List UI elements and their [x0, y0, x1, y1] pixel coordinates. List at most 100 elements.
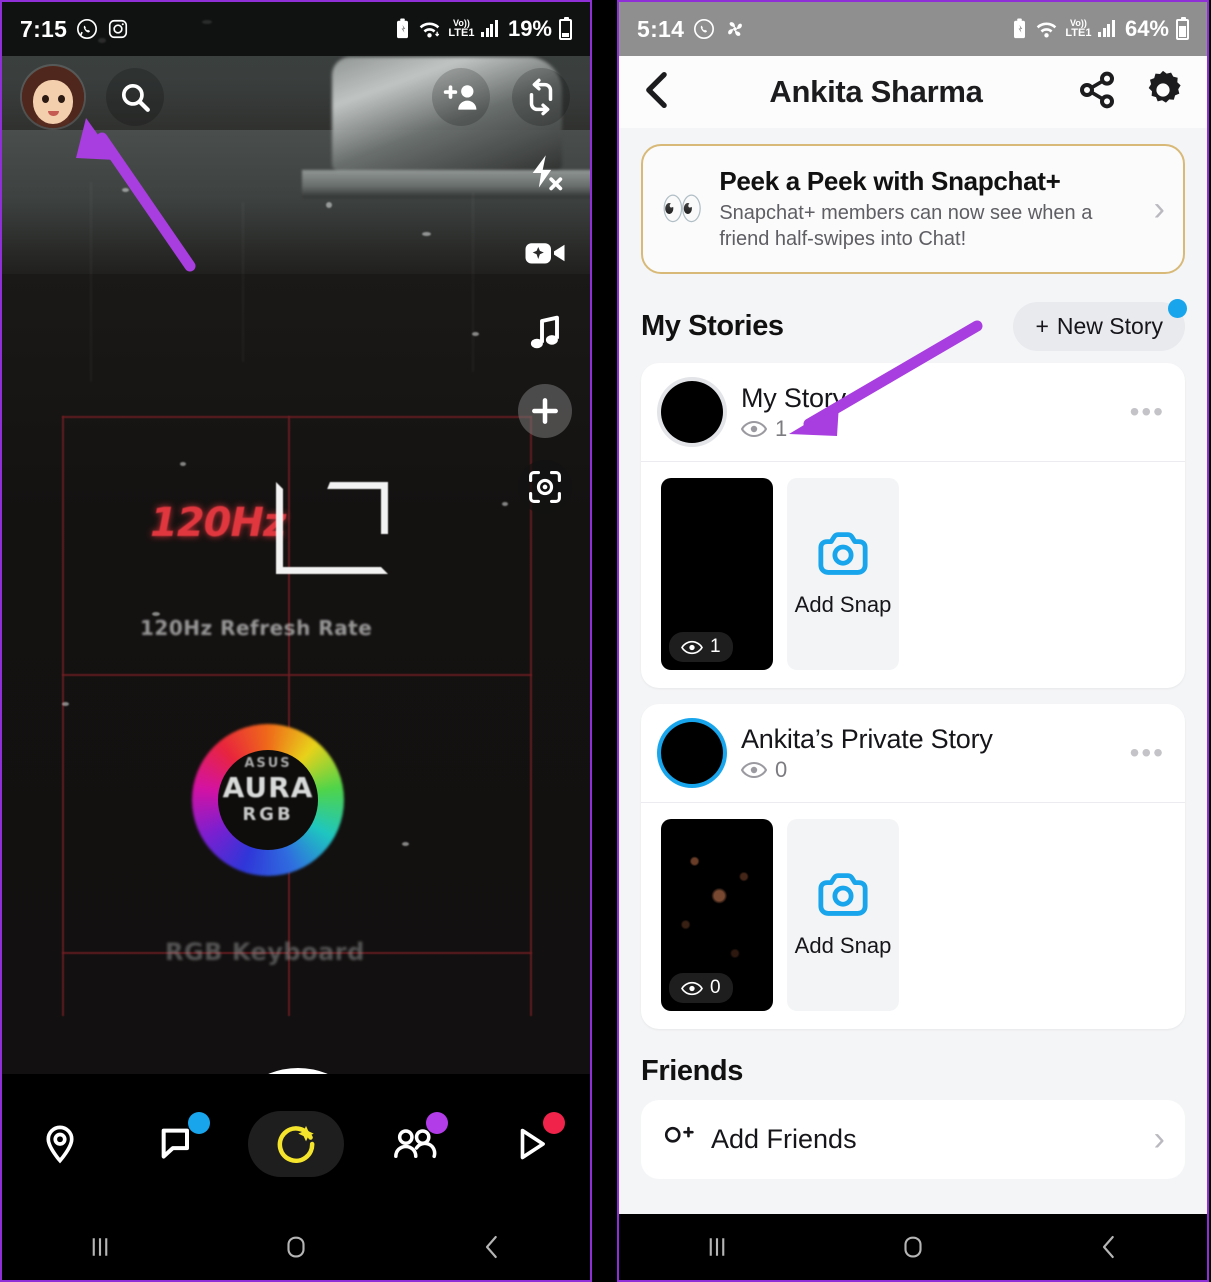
flash-off-button[interactable] [516, 144, 574, 202]
scan-icon [529, 471, 561, 503]
scene-streak [90, 182, 92, 382]
wifi-icon [1037, 22, 1057, 38]
search-button[interactable] [106, 68, 164, 126]
music-button[interactable] [516, 304, 574, 362]
story-card-my-story[interactable]: My Story 1 ••• 1 Add Snap [641, 363, 1185, 688]
scene-speck [422, 232, 431, 236]
camera-tool-rail [516, 144, 574, 514]
camera-star-icon [277, 1125, 315, 1164]
eye-icon [681, 640, 703, 654]
recents-icon [709, 1238, 725, 1256]
battery-saver-icon [1014, 18, 1026, 39]
home-icon [904, 1236, 922, 1258]
snapchat-plus-promo-card[interactable]: 👀 Peek a Peek with Snapchat+ Snapchat+ m… [641, 144, 1185, 274]
scene-speck [402, 842, 409, 846]
status-time: 7:15 [20, 15, 68, 42]
friends-section-title: Friends [641, 1055, 743, 1087]
flash-off-icon [532, 155, 563, 191]
settings-button[interactable] [1141, 68, 1185, 117]
story-menu-button[interactable]: ••• [1130, 396, 1165, 428]
thumbnail-view-value: 0 [710, 977, 721, 998]
volte-icon: Vo)) LTE1 [1065, 19, 1091, 39]
story-avatar[interactable] [661, 722, 723, 784]
add-snap-label: Add Snap [794, 592, 892, 617]
aura-main-text: AURA [222, 771, 314, 804]
story-header-row[interactable]: My Story 1 ••• [641, 363, 1185, 461]
add-friend-button[interactable] [432, 68, 490, 126]
back-button[interactable] [641, 70, 675, 115]
spotlight-tab[interactable] [487, 1108, 577, 1180]
add-snap-button[interactable]: Add Snap [787, 478, 899, 670]
page-title: Ankita Sharma [769, 74, 983, 109]
left-phone-screen: 120Hz 120Hz Refresh Rate ASUS AURA RGB R… [0, 0, 592, 1282]
camera-viewfinder[interactable]: 120Hz 120Hz Refresh Rate ASUS AURA RGB R… [2, 2, 590, 1076]
new-story-button[interactable]: + New Story [1013, 299, 1187, 351]
snap-thumbnail[interactable]: 1 [661, 478, 773, 670]
volte-bottom-label: LTE1 [1065, 27, 1092, 39]
my-stories-section-header: My Stories + New Story [641, 299, 1187, 351]
snap-row: 0 Add Snap [641, 803, 1185, 1029]
chat-tab[interactable] [132, 1108, 222, 1180]
signal-bars-icon [1098, 20, 1115, 37]
panel-gap [592, 0, 617, 1282]
scene-speck [122, 188, 129, 192]
video-effects-button[interactable] [516, 224, 574, 282]
story-card-private-story[interactable]: Ankita’s Private Story 0 ••• 0 Add Snap [641, 704, 1185, 1029]
snap-thumbnail[interactable]: 0 [661, 819, 773, 1011]
share-icon [1080, 71, 1114, 108]
stories-tab[interactable] [370, 1108, 460, 1180]
add-snap-button[interactable]: Add Snap [787, 819, 899, 1011]
add-friends-row[interactable]: Add Friends › [641, 1100, 1185, 1179]
camera-tab[interactable] [247, 1111, 344, 1177]
plus-icon: + [1035, 313, 1049, 339]
thumbnail-view-value: 1 [710, 636, 721, 657]
story-avatar[interactable] [661, 381, 723, 443]
thumbnail-view-count: 1 [669, 632, 733, 662]
home-button[interactable] [853, 1214, 973, 1280]
back-button[interactable] [432, 1214, 552, 1280]
bitmoji-avatar[interactable] [22, 66, 84, 128]
story-menu-button[interactable]: ••• [1130, 737, 1165, 769]
snap-row: 1 Add Snap [641, 462, 1185, 688]
add-person-icon [664, 1126, 694, 1143]
search-icon [121, 83, 150, 112]
story-header-row[interactable]: Ankita’s Private Story 0 ••• [641, 704, 1185, 802]
gear-icon [1148, 70, 1181, 103]
view-count-value: 0 [775, 756, 788, 782]
scene-streak [472, 192, 474, 372]
flip-camera-button[interactable] [512, 68, 570, 126]
eye-icon [741, 420, 767, 437]
recents-button[interactable] [40, 1214, 160, 1280]
battery-percent: 19% [507, 16, 552, 41]
signal-bars-icon [481, 20, 498, 37]
camera-top-bar [2, 56, 590, 138]
recents-button[interactable] [657, 1214, 777, 1280]
view-count-value: 1 [775, 415, 788, 441]
profile-body[interactable]: 👀 Peek a Peek with Snapchat+ Snapchat+ m… [619, 128, 1207, 1214]
back-icon [485, 1235, 497, 1259]
left-system-nav [2, 1214, 590, 1280]
promo-title: Peek a Peek with Snapchat+ [719, 166, 1061, 196]
music-icon [530, 315, 559, 349]
scene-keyboard-caption: RGB Keyboard [165, 938, 365, 966]
wifi-icon [420, 22, 440, 38]
share-button[interactable] [1077, 70, 1117, 115]
story-name: Ankita’s Private Story [741, 723, 993, 754]
map-tab[interactable] [15, 1108, 105, 1180]
scan-button[interactable] [518, 460, 572, 514]
whatsapp-icon [77, 19, 98, 39]
battery-icon [1176, 16, 1189, 40]
back-icon [1102, 1235, 1114, 1259]
home-button[interactable] [236, 1214, 356, 1280]
scene-red-line [62, 416, 64, 1016]
scene-red-line [62, 416, 532, 418]
eyes-emoji-icon: 👀 [661, 190, 704, 228]
instagram-icon [109, 19, 128, 39]
left-status-bar: 7:15 Vo)) LTE1 19% [2, 2, 590, 56]
back-button[interactable] [1049, 1214, 1169, 1280]
chevron-right-icon: › [1153, 1120, 1165, 1158]
pinwheel-icon [728, 22, 743, 36]
add-button[interactable] [518, 384, 572, 438]
add-friend-icon [443, 85, 477, 110]
flip-camera-icon [529, 78, 553, 116]
